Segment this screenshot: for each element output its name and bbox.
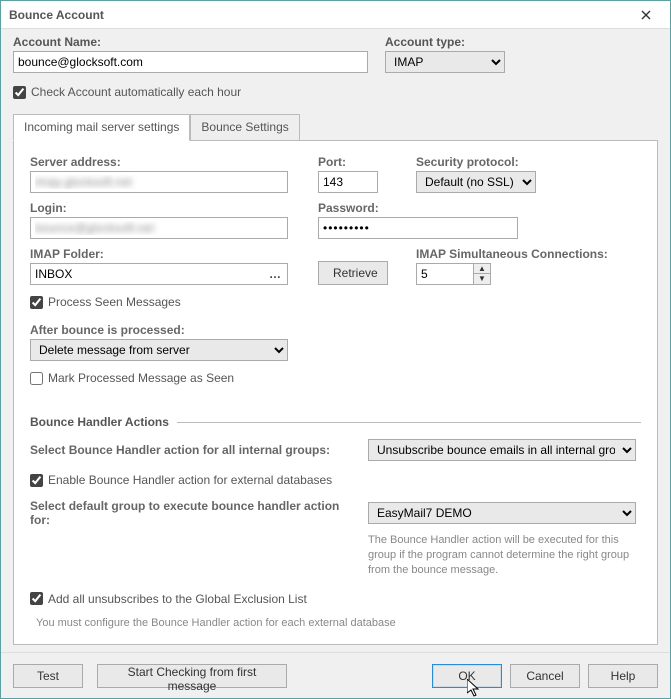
ellipsis-icon[interactable]: … xyxy=(269,263,282,285)
imap-folder-input[interactable] xyxy=(30,263,288,285)
internal-action-label: Select Bounce Handler action for all int… xyxy=(30,443,360,457)
titlebar: Bounce Account xyxy=(1,1,670,29)
help-button[interactable]: Help xyxy=(588,664,658,688)
global-exclusion-label: Add all unsubscribes to the Global Exclu… xyxy=(48,592,307,606)
imap-conn-spinner[interactable]: ▲ ▼ xyxy=(416,263,656,285)
ok-button[interactable]: OK xyxy=(432,664,502,688)
server-address-label: Server address: xyxy=(30,155,310,169)
default-group-label: Select default group to execute bounce h… xyxy=(30,499,360,527)
test-button[interactable]: Test xyxy=(13,664,83,688)
enable-external-checkbox[interactable]: Enable Bounce Handler action for externa… xyxy=(30,473,641,487)
imap-folder-label: IMAP Folder: xyxy=(30,247,310,261)
tab-panel-incoming: Server address: Port: Security protocol:… xyxy=(13,140,658,645)
tab-bounce-settings[interactable]: Bounce Settings xyxy=(190,114,299,141)
tab-container: Incoming mail server settings Bounce Set… xyxy=(13,113,658,645)
security-select[interactable]: Default (no SSL) xyxy=(416,171,536,193)
tabbar: Incoming mail server settings Bounce Set… xyxy=(13,113,658,140)
cancel-button[interactable]: Cancel xyxy=(510,664,580,688)
process-seen-input[interactable] xyxy=(30,296,43,309)
process-seen-label: Process Seen Messages xyxy=(48,295,181,309)
bottom-bar: Test Start Checking from first message O… xyxy=(1,652,670,698)
process-seen-checkbox[interactable]: Process Seen Messages xyxy=(30,295,641,309)
enable-external-label: Enable Bounce Handler action for externa… xyxy=(48,473,332,487)
chevron-up-icon[interactable]: ▲ xyxy=(474,264,490,274)
auto-check-checkbox[interactable]: Check Account automatically each hour xyxy=(13,85,658,99)
server-address-input[interactable] xyxy=(30,171,288,193)
account-type-select[interactable]: IMAP xyxy=(385,51,505,73)
global-exclusion-checkbox[interactable]: Add all unsubscribes to the Global Exclu… xyxy=(30,592,641,606)
port-label: Port: xyxy=(318,155,408,169)
enable-external-input[interactable] xyxy=(30,474,43,487)
start-checking-button[interactable]: Start Checking from first message xyxy=(97,664,287,688)
footer-note: You must configure the Bounce Handler ac… xyxy=(36,616,641,631)
login-input[interactable] xyxy=(30,217,288,239)
window-title: Bounce Account xyxy=(9,8,630,22)
chevron-down-icon[interactable]: ▼ xyxy=(474,274,490,284)
retrieve-button[interactable]: Retrieve xyxy=(318,261,388,285)
mark-processed-label: Mark Processed Message as Seen xyxy=(48,371,234,385)
login-label: Login: xyxy=(30,201,310,215)
internal-action-select[interactable]: Unsubscribe bounce emails in all interna… xyxy=(368,439,636,461)
mark-processed-input[interactable] xyxy=(30,372,43,385)
auto-check-input[interactable] xyxy=(13,86,26,99)
auto-check-label: Check Account automatically each hour xyxy=(31,85,241,99)
imap-conn-label: IMAP Simultaneous Connections: xyxy=(416,247,656,261)
content-area: Account Name: Account type: IMAP Check A… xyxy=(1,29,670,655)
section-title: Bounce Handler Actions xyxy=(30,415,169,429)
port-input[interactable] xyxy=(318,171,378,193)
account-name-input[interactable] xyxy=(13,51,368,73)
password-label: Password: xyxy=(318,201,538,215)
after-bounce-select[interactable]: Delete message from server xyxy=(30,339,288,361)
after-bounce-label: After bounce is processed: xyxy=(30,323,641,337)
default-group-select[interactable]: EasyMail7 DEMO xyxy=(368,502,636,524)
global-exclusion-input[interactable] xyxy=(30,592,43,605)
mark-processed-checkbox[interactable]: Mark Processed Message as Seen xyxy=(30,371,641,385)
password-input[interactable] xyxy=(318,217,518,239)
account-name-label: Account Name: xyxy=(13,35,373,49)
top-row: Account Name: Account type: IMAP xyxy=(13,35,658,73)
section-divider: Bounce Handler Actions xyxy=(30,415,641,429)
tab-incoming[interactable]: Incoming mail server settings xyxy=(13,114,190,141)
close-button[interactable] xyxy=(630,4,662,26)
close-icon xyxy=(641,10,651,20)
account-type-label: Account type: xyxy=(385,35,525,49)
default-group-note: The Bounce Handler action will be execut… xyxy=(368,533,640,578)
security-label: Security protocol: xyxy=(416,155,566,169)
spinner-arrows[interactable]: ▲ ▼ xyxy=(474,263,491,285)
imap-conn-input[interactable] xyxy=(416,263,474,285)
